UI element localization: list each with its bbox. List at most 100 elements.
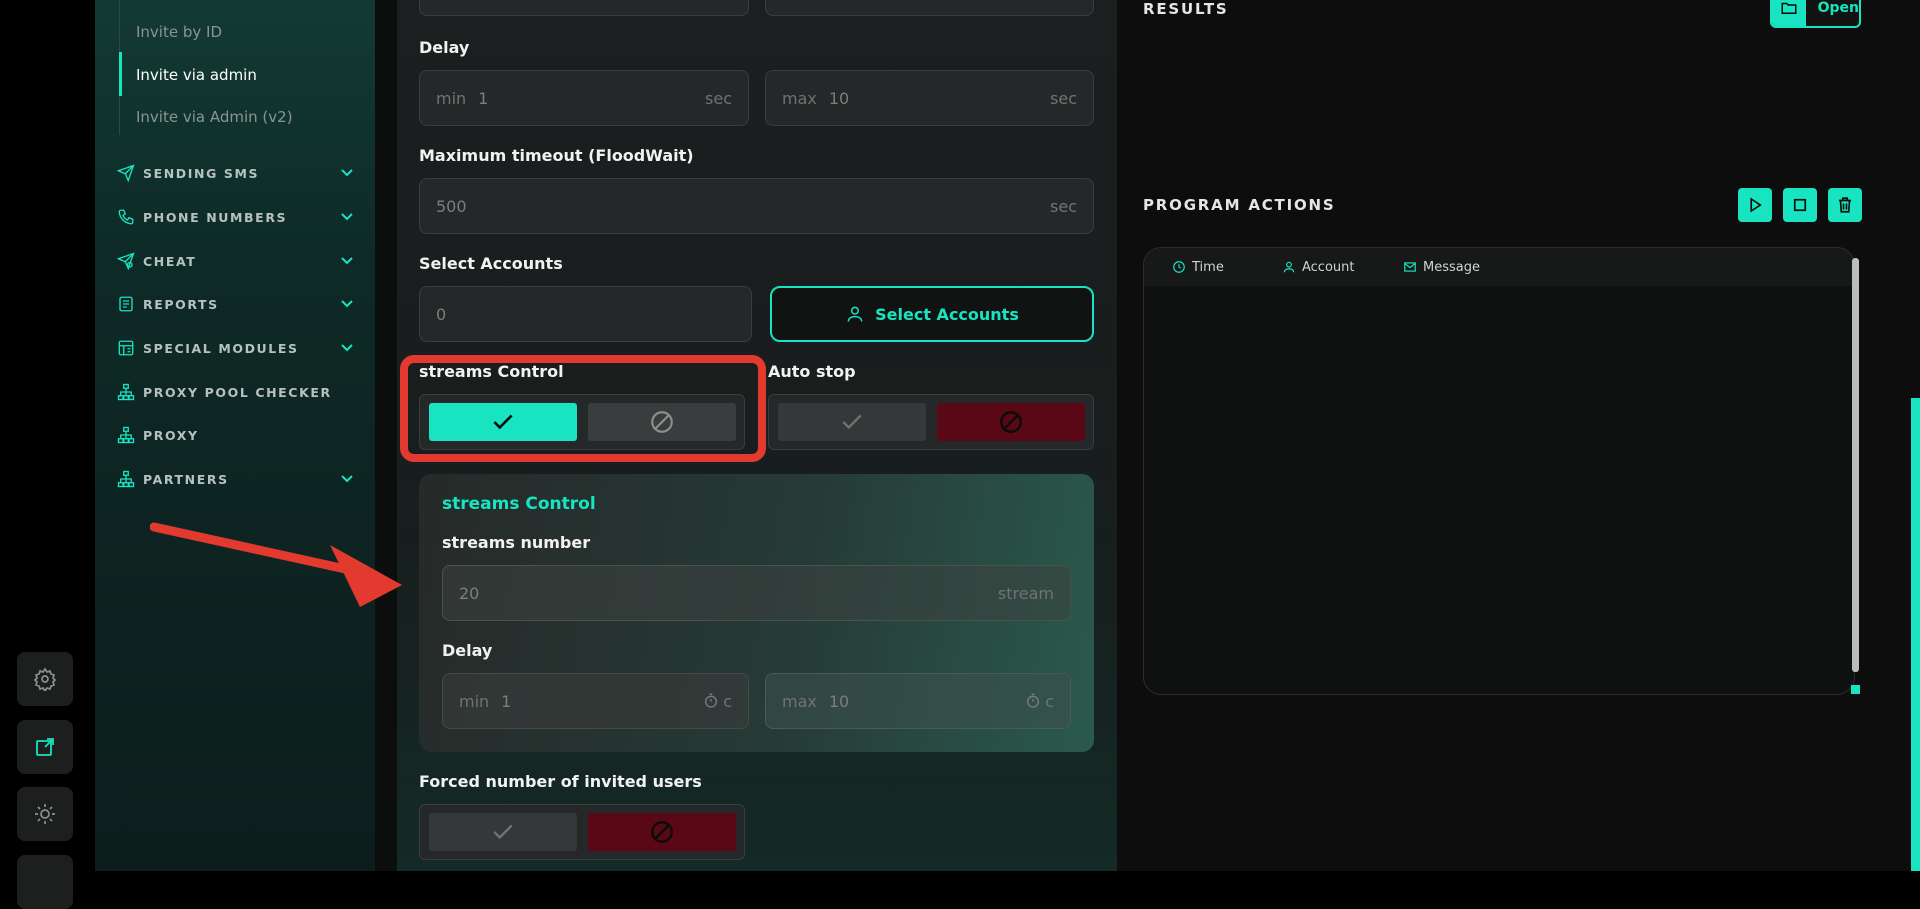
external-link-icon: [36, 738, 54, 756]
button-label: Select Accounts: [875, 304, 1019, 324]
sidebar-item-reports[interactable]: REPORTS: [117, 292, 355, 316]
sidebar-item-label: PHONE NUMBERS: [143, 209, 288, 225]
sidebar-item-invite-by-id[interactable]: Invite by ID: [136, 23, 222, 41]
ban-icon: [651, 411, 673, 433]
forced-invited-toggle: [419, 804, 745, 860]
sidebar-item-partners[interactable]: PARTNERS: [117, 467, 355, 491]
delay-label: Delay: [419, 38, 470, 57]
column-label: Account: [1302, 259, 1355, 275]
select-accounts-button[interactable]: Select Accounts: [770, 286, 1094, 342]
sidebar-item-label: PROXY: [143, 427, 199, 443]
resize-handle[interactable]: [1851, 685, 1860, 694]
page-scrollbar[interactable]: [1911, 398, 1920, 871]
input-value: 10: [828, 691, 850, 711]
sidebar-item-label: SENDING SMS: [143, 165, 260, 181]
sidebar-item-phone-numbers[interactable]: PHONE NUMBERS: [117, 205, 355, 229]
sidebar: Invite by ID Invite via admin Invite via…: [95, 0, 375, 871]
ban-icon: [1000, 411, 1022, 433]
user-icon: [1283, 261, 1295, 273]
table-header: Time Account Message: [1144, 248, 1854, 286]
stop-icon: [1793, 198, 1807, 212]
clock-icon: [1173, 261, 1185, 273]
column-account[interactable]: Account: [1282, 260, 1355, 275]
input-value: 10: [828, 88, 850, 108]
input-suffix: c: [1045, 691, 1054, 711]
check-icon: [842, 414, 862, 430]
folder-icon: [1772, 0, 1806, 26]
external-link-button[interactable]: [17, 720, 73, 774]
delay-max-input[interactable]: max 10 sec: [765, 70, 1094, 126]
previous-input-right[interactable]: [765, 0, 1094, 16]
network-icon: [117, 426, 135, 444]
input-suffix: stream: [997, 583, 1054, 603]
streams-delay-min-input[interactable]: min 1 c: [442, 673, 749, 729]
streams-delay-max-input[interactable]: max 10 c: [765, 673, 1071, 729]
sidebar-item-invite-via-admin-v2[interactable]: Invite via Admin (v2): [136, 108, 293, 126]
play-button[interactable]: [1738, 188, 1772, 222]
sidebar-item-label: PROXY POOL CHECKER: [143, 384, 332, 400]
ban-icon: [651, 821, 673, 843]
sidebar-item-proxy[interactable]: PROXY: [117, 423, 355, 447]
streams-control-label: streams Control: [419, 362, 564, 381]
clear-button[interactable]: [1828, 188, 1862, 222]
column-message[interactable]: Message: [1403, 260, 1480, 275]
stopwatch-icon: [1027, 693, 1040, 708]
sidebar-item-special-modules[interactable]: SPECIAL MODULES: [117, 336, 355, 360]
sidebar-item-label: CHEAT: [143, 253, 197, 269]
streams-number-input[interactable]: 20 stream: [442, 565, 1071, 621]
table-scrollbar[interactable]: [1852, 258, 1859, 672]
auto-stop-toggle: [768, 394, 1094, 450]
auto-stop-label: Auto stop: [768, 362, 856, 381]
forced-off-button[interactable]: [588, 813, 736, 851]
input-value: 20: [459, 583, 480, 603]
chevron-down-icon: [341, 344, 353, 352]
column-time[interactable]: Time: [1172, 260, 1224, 275]
input-suffix: sec: [1050, 196, 1077, 216]
sidebar-item-sending-sms[interactable]: SENDING SMS: [117, 161, 355, 185]
previous-input-left[interactable]: [419, 0, 749, 16]
sidebar-item-cheat[interactable]: CHEAT: [117, 249, 355, 273]
streams-control-off-button[interactable]: [588, 403, 736, 441]
rail-button-more[interactable]: [17, 855, 73, 909]
open-button[interactable]: Open: [1770, 0, 1861, 28]
auto-stop-off-button[interactable]: [937, 403, 1085, 441]
accounts-count-input[interactable]: 0: [419, 286, 752, 342]
streams-delay-label: Delay: [442, 641, 493, 660]
input-suffix: sec: [705, 88, 732, 108]
timeout-label: Maximum timeout (FloodWait): [419, 146, 694, 165]
auto-stop-on-button[interactable]: [778, 403, 926, 441]
trash-icon: [1839, 197, 1851, 213]
input-value: 1: [501, 691, 512, 711]
left-rail: [0, 0, 95, 909]
delay-min-input[interactable]: min 1 sec: [419, 70, 749, 126]
mail-icon: [1404, 262, 1416, 272]
theme-button[interactable]: [17, 787, 73, 841]
forced-invited-label: Forced number of invited users: [419, 772, 702, 791]
input-value: 0: [436, 304, 447, 324]
input-prefix: max: [782, 88, 817, 108]
sidebar-item-label: SPECIAL MODULES: [143, 340, 299, 356]
settings-button[interactable]: [17, 652, 73, 706]
input-prefix: max: [782, 691, 817, 711]
gear-icon: [33, 667, 57, 691]
cheat-send-icon: [117, 252, 135, 270]
sidebar-item-proxy-pool-checker[interactable]: PROXY POOL CHECKER: [117, 380, 355, 404]
stopwatch-icon: [705, 693, 718, 708]
stop-button[interactable]: [1783, 188, 1817, 222]
button-label: Open: [1817, 0, 1859, 16]
user-icon: [847, 306, 863, 322]
streams-number-label: streams number: [442, 533, 591, 552]
check-icon: [493, 414, 513, 430]
input-value: 500: [436, 196, 467, 216]
annotation-arrow: [150, 522, 402, 607]
timeout-input[interactable]: 500 sec: [419, 178, 1094, 234]
sidebar-item-label: PARTNERS: [143, 471, 229, 487]
sidebar-item-invite-via-admin[interactable]: Invite via admin: [136, 66, 257, 84]
network-icon: [117, 383, 135, 401]
select-accounts-label: Select Accounts: [419, 254, 563, 273]
results-title: RESULTS: [1143, 0, 1229, 18]
forced-on-button[interactable]: [429, 813, 577, 851]
streams-control-toggle: [419, 394, 745, 450]
phone-icon: [117, 208, 135, 226]
streams-control-on-button[interactable]: [429, 403, 577, 441]
